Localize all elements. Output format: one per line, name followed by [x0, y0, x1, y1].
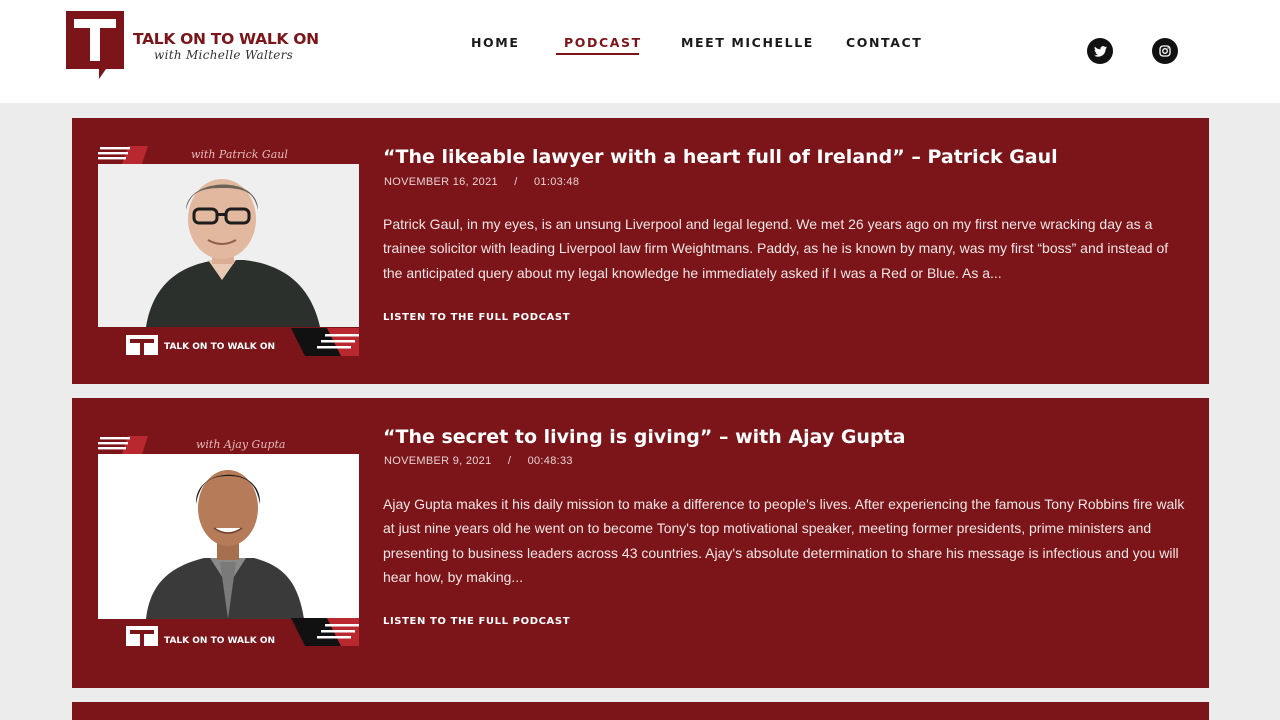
instagram-icon [1159, 45, 1171, 57]
episode-thumbnail[interactable]: with Patrick Gaul TALK ON TO WALK ON [98, 146, 359, 358]
episode-date: NOVEMBER 9, 2021 [384, 455, 492, 467]
listen-full-podcast-link[interactable]: LISTEN TO THE FULL PODCAST [383, 312, 570, 323]
guest-portrait-icon [98, 164, 359, 327]
episode-title[interactable]: “The likeable lawyer with a heart full o… [383, 146, 1058, 168]
nav-home[interactable]: HOME [471, 35, 519, 50]
episode-meta: NOVEMBER 16, 2021 / 01:03:48 [384, 176, 579, 188]
stripes-decoration-icon [98, 436, 148, 454]
episode-title[interactable]: “The secret to living is giving” – with … [383, 426, 905, 448]
episode-card: with Patrick Gaul TALK ON TO WALK ON “Th… [72, 118, 1209, 384]
stripes-footer-icon [291, 618, 359, 646]
nav-active-underline [556, 53, 639, 55]
guest-photo [98, 164, 359, 327]
instagram-link[interactable] [1152, 38, 1178, 64]
episode-excerpt: Patrick Gaul, in my eyes, is an unsung L… [383, 216, 1169, 281]
logo-subtitle: with Michelle Walters [154, 48, 294, 62]
meta-separator: / [514, 176, 518, 188]
episode-card: with Ajay Gupta TALK ON TO WALK ON “The … [72, 398, 1209, 688]
episode-duration: 00:48:33 [527, 455, 573, 467]
episode-date: NOVEMBER 16, 2021 [384, 176, 498, 188]
brand-t-logo-icon [126, 626, 158, 646]
meta-separator: / [507, 455, 512, 467]
thumbnail-guest-name: with Ajay Gupta [196, 438, 286, 451]
episode-card [72, 702, 1209, 720]
episode-meta: NOVEMBER 9, 2021 / 00:48:33 [384, 455, 573, 467]
twitter-icon [1093, 45, 1107, 57]
stripes-decoration-icon [98, 146, 148, 164]
stripes-footer-icon [291, 328, 359, 356]
twitter-link[interactable] [1087, 38, 1113, 64]
listen-full-podcast-link[interactable]: LISTEN TO THE FULL PODCAST [383, 616, 570, 627]
nav-podcast[interactable]: PODCAST [564, 35, 642, 50]
thumbnail-guest-name: with Patrick Gaul [191, 148, 288, 161]
thumbnail-brand-text: TALK ON TO WALK ON [164, 342, 276, 352]
site-logo[interactable]: TALK ON TO WALK ON with Michelle Walters [66, 11, 326, 81]
guest-portrait-icon [98, 454, 359, 619]
episode-duration: 01:03:48 [534, 176, 580, 188]
logo-title: TALK ON TO WALK ON [133, 30, 319, 48]
site-header: TALK ON TO WALK ON with Michelle Walters… [0, 0, 1280, 103]
nav-meet-michelle[interactable]: MEET MICHELLE [681, 35, 814, 50]
episode-thumbnail[interactable]: with Ajay Gupta TALK ON TO WALK ON [98, 436, 359, 648]
nav-contact[interactable]: CONTACT [846, 35, 922, 50]
brand-t-logo-icon [126, 335, 158, 355]
logo-t-mark-icon [66, 11, 124, 79]
episode-excerpt: Ajay Gupta makes it his daily mission to… [383, 496, 1185, 585]
thumbnail-brand-text: TALK ON TO WALK ON [164, 636, 276, 646]
guest-photo [98, 454, 359, 619]
